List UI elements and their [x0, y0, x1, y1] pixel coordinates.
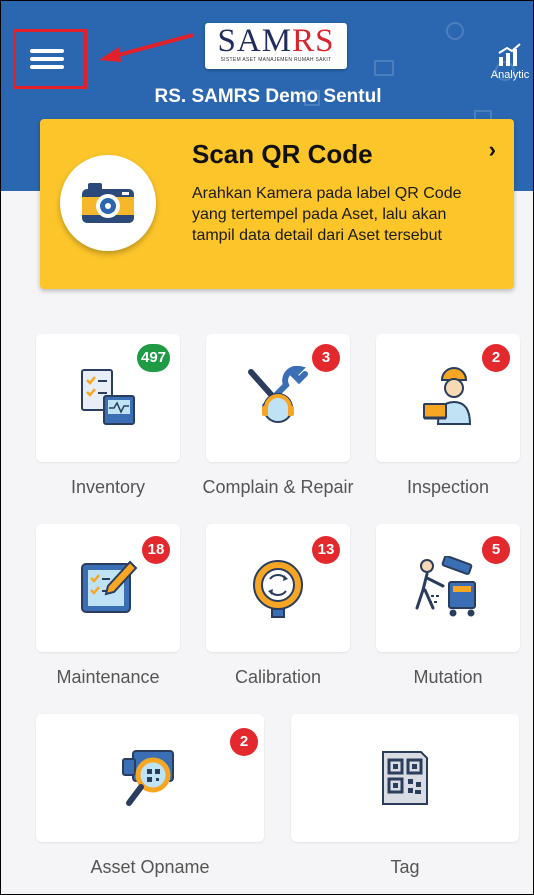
module-tile-complain-repair[interactable]: 3: [206, 334, 350, 462]
analytics-chart-icon: [498, 43, 521, 66]
menu-button[interactable]: [13, 29, 87, 89]
badge-calibration: 13: [312, 536, 340, 564]
module-label-inspection: Inspection: [406, 477, 490, 497]
inventory-checklist-icon: [81, 369, 135, 425]
maintenance-clipboard-icon: [81, 560, 138, 613]
logo-wordmark: SAMRS: [217, 23, 335, 59]
badge-mutation: 5: [482, 536, 510, 564]
module-label-mutation: Mutation: [413, 667, 483, 687]
annotation-arrow-icon: [99, 33, 194, 62]
hamburger-icon-bar: [30, 49, 64, 53]
calibration-gauge-icon: [253, 560, 303, 618]
camera-icon-circle: [60, 155, 156, 251]
module-tile-inventory[interactable]: 497: [36, 334, 180, 462]
module-tile-tag[interactable]: [291, 714, 519, 842]
scan-qr-card[interactable]: Scan QR Code Arahkan Kamera pada label Q…: [40, 119, 514, 289]
chevron-right-icon: ›: [488, 137, 496, 162]
badge-maintenance: 18: [142, 536, 170, 564]
module-tile-maintenance[interactable]: 18: [36, 524, 180, 652]
app-screen: SAMRS SISTEM ASET MANAJEMEN RUMAH SAKIT …: [0, 0, 534, 895]
support-tools-icon: [248, 366, 308, 423]
scan-description: Arahkan Kamera pada label QR Code yang t…: [192, 185, 462, 244]
badge-asset-opname: 2: [230, 728, 258, 756]
module-tile-inspection[interactable]: 2: [376, 334, 520, 462]
hamburger-icon-bar: [30, 57, 64, 61]
scan-title: Scan QR Code: [192, 139, 373, 169]
hamburger-icon-bar: [30, 65, 64, 69]
module-tile-mutation[interactable]: 5: [376, 524, 520, 652]
moving-cart-icon: [415, 556, 476, 617]
camera-icon: [82, 183, 134, 223]
badge-complain-repair: 3: [312, 344, 340, 372]
module-tile-asset-opname[interactable]: 2: [36, 714, 264, 842]
samrs-logo: SAMRS SISTEM ASET MANAJEMEN RUMAH SAKIT: [205, 23, 347, 69]
hospital-name: RS. SAMRS Demo Sentul: [154, 86, 382, 107]
analytics-button[interactable]: Analytic: [485, 43, 533, 81]
logo-subtitle: SISTEM ASET MANAJEMEN RUMAH SAKIT: [220, 57, 332, 63]
module-tile-calibration[interactable]: 13: [206, 524, 350, 652]
analytics-label: Analytic: [490, 69, 530, 81]
inspector-icon: [423, 367, 472, 425]
qr-tag-icon: [382, 751, 428, 805]
badge-inventory: 497: [137, 344, 171, 372]
module-label-tag: Tag: [390, 857, 420, 877]
badge-inspection: 2: [482, 344, 510, 372]
asset-scan-magnifier-icon: [122, 750, 174, 806]
module-label-asset-opname: Asset Opname: [90, 857, 210, 877]
